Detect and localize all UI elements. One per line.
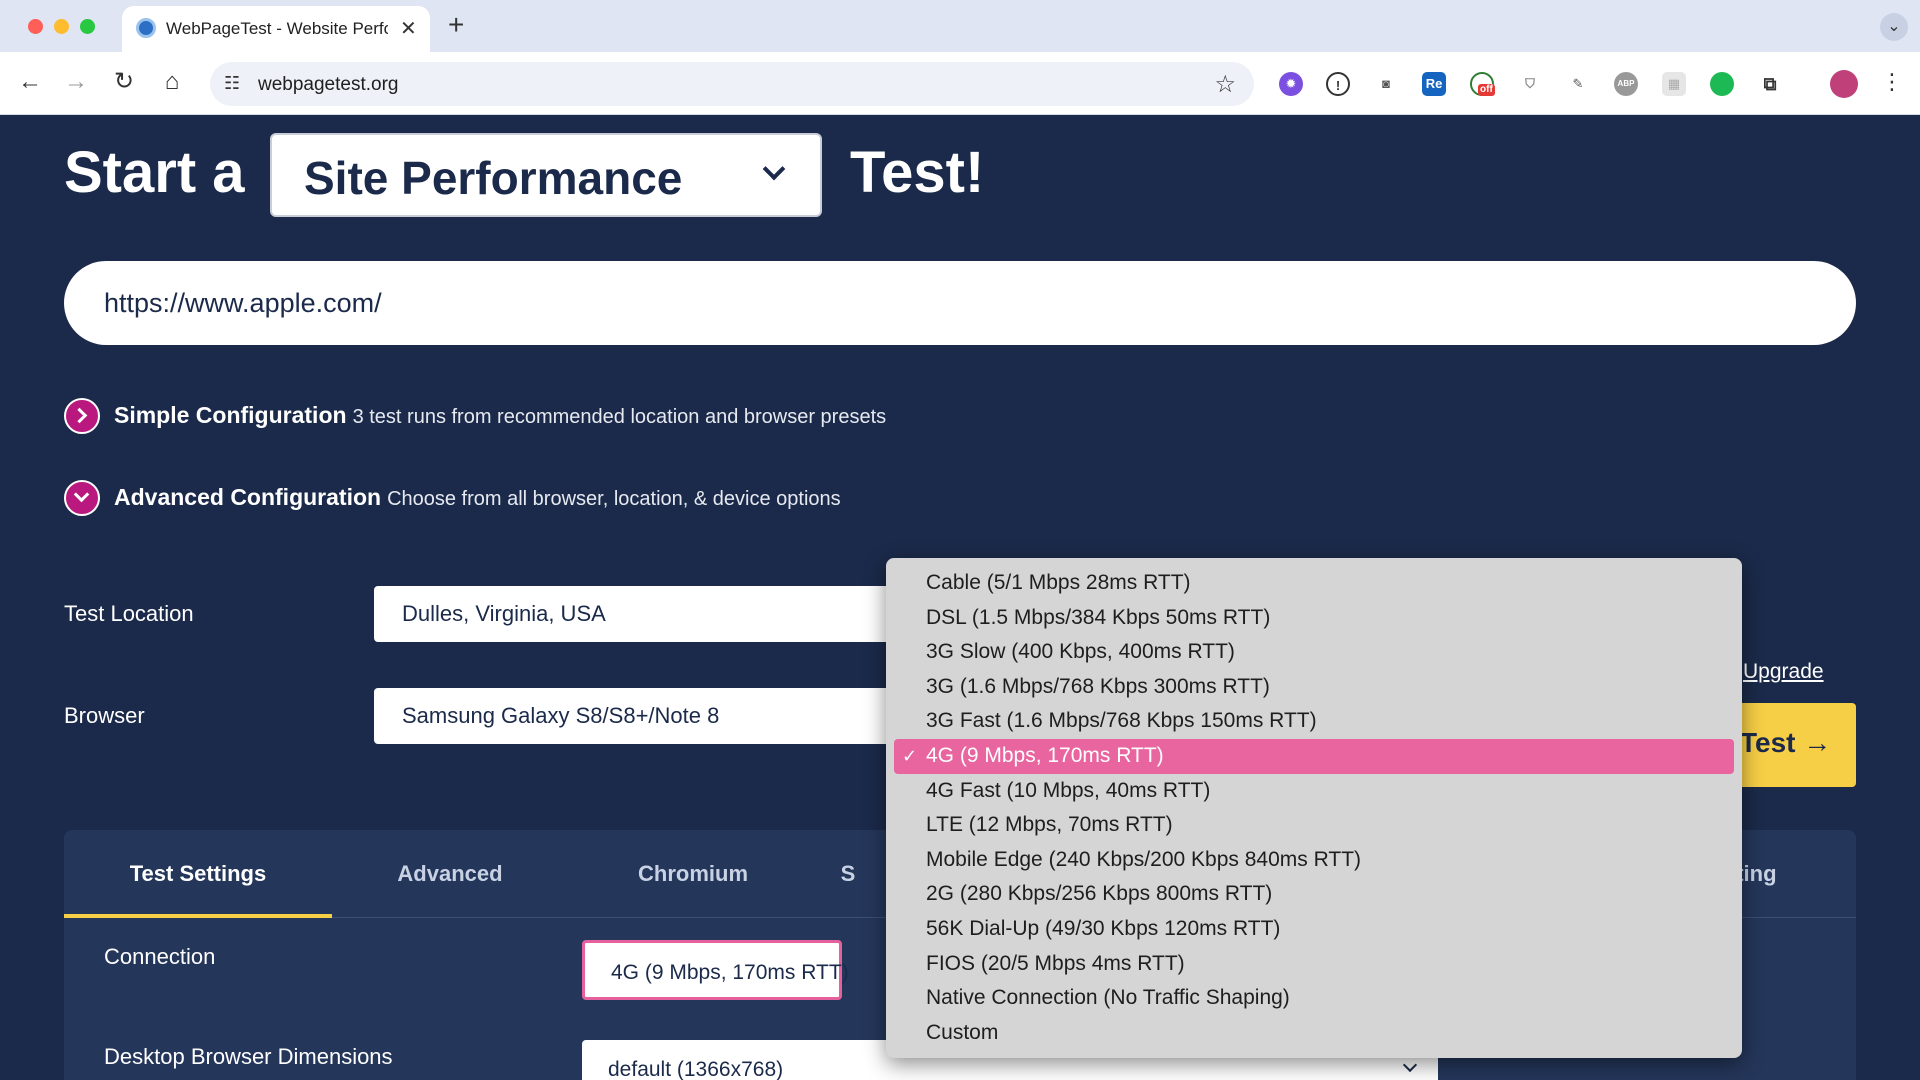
extension-green-dot-icon[interactable] (1710, 72, 1734, 96)
connection-option[interactable]: 4G Fast (10 Mbps, 40ms RTT) (894, 774, 1734, 809)
connection-option-label: Native Connection (No Traffic Shaping) (926, 986, 1290, 1010)
tab-partial-s[interactable]: S (818, 830, 878, 918)
connection-option[interactable]: Mobile Edge (240 Kbps/200 Kbps 840ms RTT… (894, 843, 1734, 878)
hero-prefix: Start a (64, 140, 245, 205)
browser-menu-icon[interactable]: ⋮ (1876, 66, 1908, 98)
connection-option[interactable]: Native Connection (No Traffic Shaping) (894, 981, 1734, 1016)
connection-option-label: 4G Fast (10 Mbps, 40ms RTT) (926, 778, 1211, 802)
back-arrow-icon[interactable]: ← (14, 66, 46, 98)
extension-re-icon[interactable]: Re (1422, 72, 1446, 96)
browser-label: Browser (64, 703, 145, 728)
extensions-puzzle-icon[interactable]: ⧉ (1758, 72, 1782, 96)
connection-select[interactable]: 4G (9 Mbps, 170ms RTT) (582, 940, 849, 1000)
connection-option[interactable]: DSL (1.5 Mbps/384 Kbps 50ms RTT) (894, 601, 1734, 636)
reload-icon[interactable]: ↻ (108, 66, 140, 98)
connection-option[interactable]: 56K Dial-Up (49/30 Kbps 120ms RTT) (894, 912, 1734, 947)
maximize-window-button[interactable] (80, 19, 95, 34)
tab-title: WebPageTest - Website Perfo (166, 19, 388, 38)
tab-chromium[interactable]: Chromium (568, 830, 818, 918)
connection-option-label: Mobile Edge (240 Kbps/200 Kbps 840ms RTT… (926, 847, 1362, 871)
browser-select[interactable]: Samsung Galaxy S8/S8+/Note 8 (374, 688, 934, 744)
connection-option[interactable]: Cable (5/1 Mbps 28ms RTT) (894, 566, 1734, 601)
test-url-input[interactable] (64, 261, 1856, 345)
test-location-select[interactable]: Dulles, Virginia, USA (374, 586, 934, 642)
connection-option-label: LTE (12 Mbps, 70ms RTT) (926, 813, 1173, 837)
site-info-icon[interactable]: ☷ (224, 73, 240, 94)
connection-option[interactable]: 2G (280 Kbps/256 Kbps 800ms RTT) (894, 877, 1734, 912)
connection-option-label: 3G Fast (1.6 Mbps/768 Kbps 150ms RTT) (926, 709, 1317, 733)
browser-tab-active[interactable]: WebPageTest - Website Perfo ✕ (122, 6, 430, 52)
advanced-configuration-option[interactable]: Advanced Configuration Choose from all br… (114, 484, 841, 511)
extension-pin-icon[interactable]: ✎ (1566, 72, 1590, 96)
connection-option[interactable]: 3G Fast (1.6 Mbps/768 Kbps 150ms RTT) (894, 704, 1734, 739)
test-location-value: Dulles, Virginia, USA (402, 601, 606, 626)
connection-option[interactable]: 3G Slow (400 Kbps, 400ms RTT) (894, 635, 1734, 670)
connection-option-label: 3G (1.6 Mbps/768 Kbps 300ms RTT) (926, 674, 1270, 698)
connection-option[interactable]: LTE (12 Mbps, 70ms RTT) (894, 808, 1734, 843)
chevron-down-icon (1402, 1057, 1418, 1073)
extension-grid-icon[interactable]: ▦ (1662, 72, 1686, 96)
webpagetest-favicon-icon (136, 18, 156, 38)
connection-label: Connection (104, 944, 216, 969)
tab-advanced[interactable]: Advanced (332, 830, 568, 918)
extension-off-icon[interactable]: off (1470, 72, 1495, 96)
extension-off-badge: off (1478, 84, 1495, 96)
extension-abp-icon[interactable]: ABP (1614, 72, 1638, 96)
home-icon[interactable]: ⌂ (156, 66, 188, 98)
advanced-config-toggle-icon[interactable] (64, 480, 100, 516)
address-bar-url[interactable]: webpagetest.org (258, 74, 399, 96)
tab-search-chevron-icon[interactable]: ⌄ (1880, 13, 1908, 41)
advanced-config-desc: Choose from all browser, location, & dev… (387, 488, 841, 510)
close-window-button[interactable] (28, 19, 43, 34)
connection-option-label: FIOS (20/5 Mbps 4ms RTT) (926, 951, 1185, 975)
simple-config-title: Simple Configuration (114, 402, 347, 428)
connection-option-label: Cable (5/1 Mbps 28ms RTT) (926, 571, 1191, 594)
advanced-config-title: Advanced Configuration (114, 484, 382, 510)
upgrade-link[interactable]: Upgrade (1743, 660, 1824, 683)
connection-option-label: DSL (1.5 Mbps/384 Kbps 50ms RTT) (926, 605, 1271, 629)
minimize-window-button[interactable] (54, 19, 69, 34)
test-type-select[interactable]: Site Performance (270, 133, 822, 217)
tab-test-settings[interactable]: Test Settings (64, 830, 332, 918)
browser-toolbar: ← → ↻ ⌂ ☷ webpagetest.org ☆ ✹ ! ◙ Re off… (0, 52, 1920, 115)
profile-avatar[interactable] (1830, 70, 1858, 98)
test-type-value: Site Performance (304, 152, 683, 204)
browser-tabstrip: WebPageTest - Website Perfo ✕ + ⌄ (0, 0, 1920, 52)
connection-option-label: Custom (926, 1020, 999, 1044)
desktop-dimensions-value: default (1366x768) (608, 1058, 784, 1080)
test-location-label: Test Location (64, 601, 194, 626)
extension-gear-icon[interactable]: ✹ (1279, 72, 1303, 96)
browser-value: Samsung Galaxy S8/S8+/Note 8 (402, 703, 720, 728)
tab-close-icon[interactable]: ✕ (400, 16, 417, 41)
chevron-down-icon (762, 157, 786, 181)
simple-config-toggle-icon[interactable] (64, 398, 100, 434)
forward-arrow-icon[interactable]: → (60, 66, 92, 98)
connection-option[interactable]: 3G (1.6 Mbps/768 Kbps 300ms RTT) (894, 670, 1734, 705)
connection-option-label: 4G (9 Mbps, 170ms RTT) (926, 743, 1164, 767)
desktop-dimensions-label: Desktop Browser Dimensions (104, 1044, 393, 1069)
extension-info-icon[interactable]: ! (1326, 72, 1350, 96)
simple-config-desc: 3 test runs from recommended location an… (352, 406, 887, 428)
connection-option-label: 2G (280 Kbps/256 Kbps 800ms RTT) (926, 882, 1273, 906)
new-tab-button[interactable]: + (448, 9, 464, 41)
connection-dropdown-menu: Cable (5/1 Mbps 28ms RTT) DSL (1.5 Mbps/3… (886, 558, 1742, 1058)
extension-camera-icon[interactable]: ◙ (1374, 72, 1398, 96)
hero-suffix: Test! (850, 140, 985, 205)
connection-value: 4G (9 Mbps, 170ms RTT) (611, 961, 849, 984)
connection-option[interactable]: FIOS (20/5 Mbps 4ms RTT) (894, 947, 1734, 982)
connection-option-label: 3G Slow (400 Kbps, 400ms RTT) (926, 640, 1235, 664)
checkmark-icon: ✓ (902, 745, 918, 766)
connection-option-label: 56K Dial-Up (49/30 Kbps 120ms RTT) (926, 916, 1281, 940)
simple-configuration-option[interactable]: Simple Configuration 3 test runs from rec… (114, 402, 886, 429)
address-bar[interactable]: ☷ webpagetest.org ☆ (210, 62, 1254, 106)
connection-option[interactable]: Custom (894, 1016, 1734, 1051)
extension-shield-icon[interactable]: ⛉ (1518, 72, 1542, 96)
start-test-label: Test → (1740, 727, 1832, 758)
connection-option[interactable]: ✓ 4G (9 Mbps, 170ms RTT) (894, 738, 1734, 774)
bookmark-star-icon[interactable]: ☆ (1214, 70, 1236, 99)
